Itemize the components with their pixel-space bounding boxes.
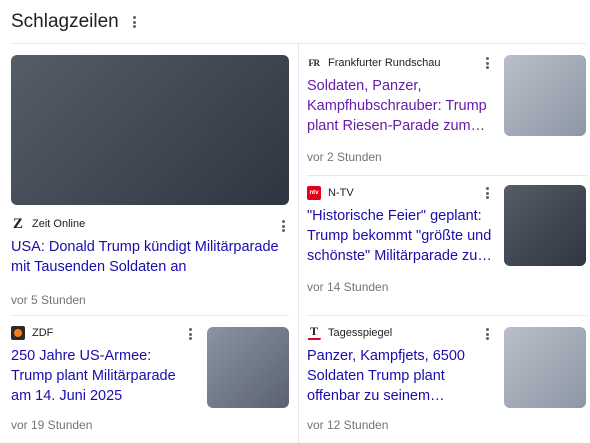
news-card-fr[interactable]: FR Frankfurter Rundschau Soldaten, Panze… xyxy=(307,55,587,164)
article-menu-icon[interactable] xyxy=(188,328,192,340)
tagesspiegel-logo-icon: T xyxy=(307,326,321,340)
timestamp: vor 12 Stunden xyxy=(307,418,389,432)
zdf-logo-icon xyxy=(11,326,25,340)
news-thumbnail[interactable] xyxy=(504,327,586,408)
headline-link[interactable]: 250 Jahre US-Armee: Trump plant Militärp… xyxy=(11,346,191,406)
source-row: Z Zeit Online xyxy=(11,216,289,232)
zeit-logo-icon: Z xyxy=(11,217,25,231)
news-thumbnail[interactable] xyxy=(504,185,586,266)
fr-logo-icon: FR xyxy=(307,56,321,70)
news-photo[interactable] xyxy=(11,55,289,205)
news-card-tagesspiegel[interactable]: T Tagesspiegel Panzer, Kampfjets, 6500 S… xyxy=(307,325,587,432)
news-card-ntv[interactable]: ntv N-TV "Historische Feier" geplant: Tr… xyxy=(307,185,587,294)
section-header: Schlagzeilen xyxy=(11,10,137,34)
news-card-zdf[interactable]: ZDF 250 Jahre US-Armee: Trump plant Mili… xyxy=(11,325,289,432)
timestamp: vor 5 Stunden xyxy=(11,293,86,307)
source-name: N-TV xyxy=(328,187,354,199)
article-menu-icon[interactable] xyxy=(281,220,285,232)
headline-link[interactable]: USA: Donald Trump kündigt Militärparade … xyxy=(11,237,281,277)
news-thumbnail[interactable] xyxy=(504,55,586,136)
source-name: ZDF xyxy=(32,327,54,339)
card-divider xyxy=(307,175,587,176)
article-menu-icon[interactable] xyxy=(485,187,489,199)
timestamp: vor 2 Stunden xyxy=(307,150,382,164)
news-thumbnail[interactable] xyxy=(207,327,289,408)
ntv-logo-icon: ntv xyxy=(307,186,321,200)
article-menu-icon[interactable] xyxy=(485,328,489,340)
headline-link[interactable]: Panzer, Kampfjets, 6500 Soldaten Trump p… xyxy=(307,346,487,406)
source-name: Tagesspiegel xyxy=(328,327,393,339)
source-name: Frankfurter Rundschau xyxy=(328,57,441,69)
source-name: Zeit Online xyxy=(32,218,86,230)
news-card-zeit[interactable]: Z Zeit Online USA: Donald Trump kündigt … xyxy=(11,55,289,307)
card-divider xyxy=(11,315,289,316)
column-divider xyxy=(298,43,299,443)
timestamp: vor 19 Stunden xyxy=(11,418,93,432)
headline-link[interactable]: Soldaten, Panzer, Kampfhubschrauber: Tru… xyxy=(307,76,489,136)
card-divider xyxy=(307,315,587,316)
section-title: Schlagzeilen xyxy=(11,11,119,32)
timestamp: vor 14 Stunden xyxy=(307,280,389,294)
headline-link[interactable]: "Historische Feier" geplant: Trump bekom… xyxy=(307,206,493,266)
article-menu-icon[interactable] xyxy=(485,57,489,69)
more-options-icon[interactable] xyxy=(133,16,137,28)
